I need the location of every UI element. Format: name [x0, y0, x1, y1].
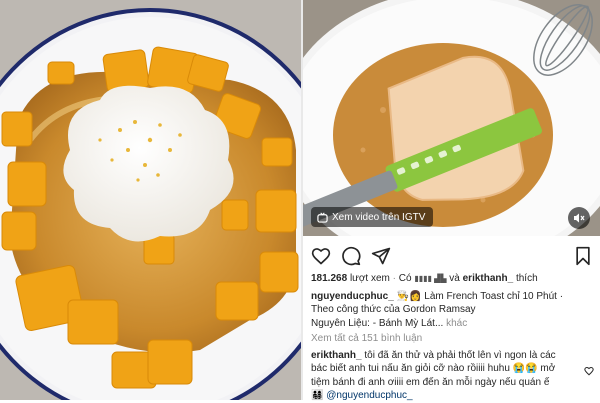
caption-text-1: Làm French Toast chỉ 10 Phút ·: [424, 290, 564, 302]
comment-line-1: erikthanh_ tôi đã ăn thử và phải thốt lê…: [311, 349, 597, 363]
liked-by-connector: và: [449, 273, 460, 284]
igtv-label: Xem video trên IGTV: [332, 211, 426, 223]
liked-by-suffix: thích: [515, 273, 538, 284]
caption-text-3: Nguyên Liệu: - Bánh Mỳ Lát...: [311, 317, 444, 329]
heart-icon[interactable]: [311, 246, 331, 266]
author-emoji: 👨‍🍳👩: [396, 290, 422, 302]
mute-button[interactable]: [568, 207, 590, 229]
liked-by-user[interactable]: erikthanh_: [463, 273, 514, 284]
caption-text-2: Theo công thức của Gordon Ramsay: [311, 304, 476, 315]
french-toast-photo: [0, 0, 301, 400]
comment: erikthanh_ tôi đã ăn thử và phải thốt lê…: [311, 349, 597, 403]
liked-by-hidden: ▮▮▮▮ ▟▙: [414, 274, 447, 283]
action-bar: [311, 246, 594, 268]
liked-by-prefix: Có: [398, 273, 412, 284]
comment-icon[interactable]: [341, 246, 361, 266]
instagram-post: Xem video trên IGTV 181.268 lượt xem · C…: [303, 0, 600, 403]
igtv-icon: [317, 212, 328, 223]
caption-line-1: nguyenducphuc_ 👨‍🍳👩 Làm French Toast chỉ…: [311, 290, 597, 304]
comment-mention[interactable]: @nguyenducphuc_: [326, 390, 412, 401]
caption-line-2: Theo công thức của Gordon Ramsay: [311, 303, 597, 317]
comment-text-1: tôi đã ăn thử và phải thốt lên vì ngon l…: [364, 349, 556, 361]
views-likes-line: 181.268 lượt xem · Có ▮▮▮▮ ▟▙ và eriktha…: [311, 273, 538, 284]
comment-user[interactable]: erikthanh_: [311, 350, 362, 361]
post-meta: 181.268 lượt xem · Có ▮▮▮▮ ▟▙ và eriktha…: [311, 272, 597, 403]
comment-line-2: bác biết anh tui nấu ăn giỏi cỡ nào rồii…: [311, 363, 556, 374]
post-video[interactable]: Xem video trên IGTV: [303, 0, 600, 236]
comment-line-3: tiệm bánh đi anh ơiiii em đến ăn mỗi ngà…: [311, 376, 550, 388]
comment-line-4: 👨‍👩‍👧‍👦 @nguyenducphuc_: [311, 389, 597, 403]
post-author[interactable]: nguyenducphuc_: [311, 291, 394, 302]
view-comments-link[interactable]: Xem tất cả 151 bình luận: [311, 332, 597, 346]
more-link[interactable]: khác: [446, 318, 467, 329]
video-frame: [303, 0, 600, 236]
bookmark-icon[interactable]: [573, 246, 593, 266]
caption-line-3: Nguyên Liệu: - Bánh Mỳ Lát... khác: [311, 317, 597, 331]
share-icon[interactable]: [371, 246, 391, 266]
igtv-badge[interactable]: Xem video trên IGTV: [311, 207, 434, 227]
french-toast-image: [0, 0, 301, 400]
views-count: 181.268: [311, 273, 348, 284]
speaker-muted-icon: [574, 213, 585, 223]
views-label: lượt xem: [349, 273, 390, 284]
comment-like-icon[interactable]: [584, 366, 594, 376]
comment-emoji: 👨‍👩‍👧‍👦: [311, 390, 324, 401]
